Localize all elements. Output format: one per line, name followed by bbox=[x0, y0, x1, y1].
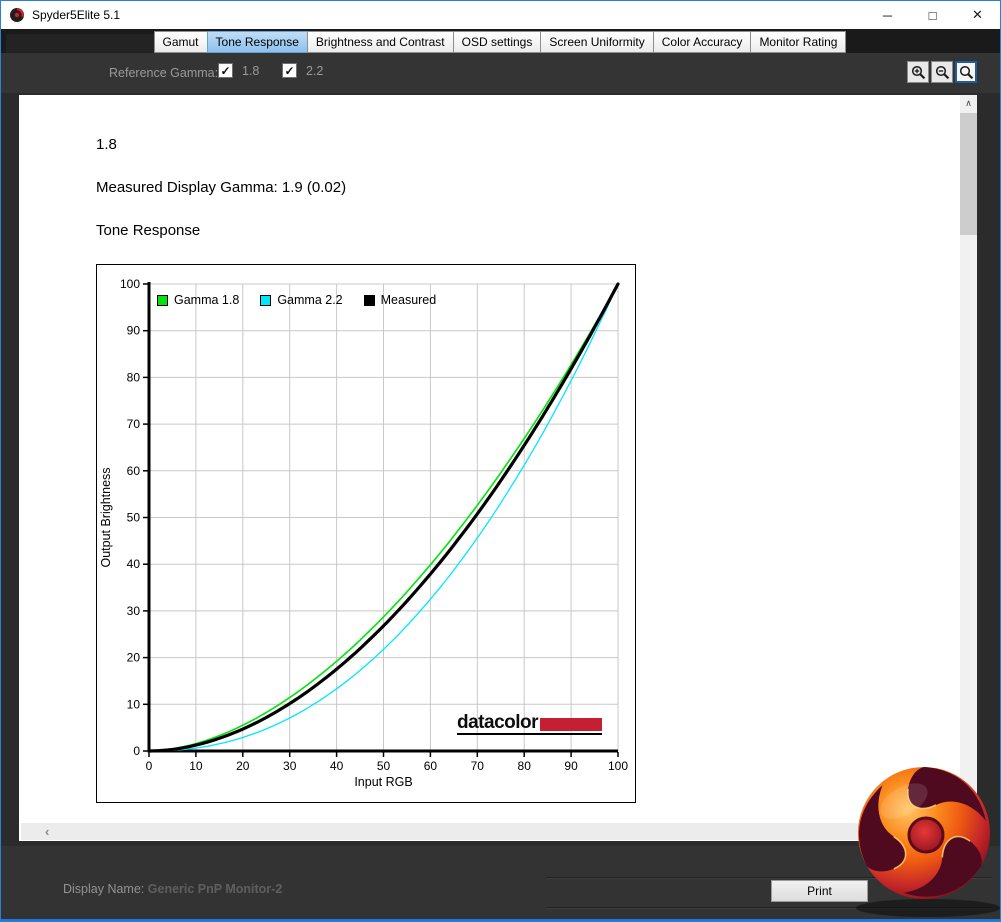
svg-text:50: 50 bbox=[127, 511, 141, 525]
svg-text:0: 0 bbox=[146, 759, 153, 773]
measured-gamma-text: Measured Display Gamma: 1.9 (0.02) bbox=[96, 179, 347, 196]
svg-text:30: 30 bbox=[283, 759, 297, 773]
svg-text:100: 100 bbox=[608, 759, 628, 773]
tab-screen-uniformity[interactable]: Screen Uniformity bbox=[540, 31, 654, 53]
svg-text:70: 70 bbox=[471, 759, 485, 773]
svg-text:100: 100 bbox=[120, 277, 140, 291]
svg-text:60: 60 bbox=[424, 759, 438, 773]
svg-text:20: 20 bbox=[127, 651, 141, 665]
datacolor-logo: datacolor bbox=[457, 712, 603, 736]
display-name-label: Display Name: bbox=[63, 882, 145, 896]
svg-text:20: 20 bbox=[236, 759, 250, 773]
zoom-in-icon bbox=[911, 65, 925, 79]
legend-label: Measured bbox=[380, 293, 437, 307]
zoom-tool-group bbox=[907, 61, 977, 83]
tab-brightness-and-contrast[interactable]: Brightness and Contrast bbox=[306, 31, 454, 53]
checkbox-gamma-22[interactable]: ✓ 2.2 bbox=[282, 63, 323, 78]
svg-text:80: 80 bbox=[127, 370, 141, 384]
display-name: Display Name: Generic PnP Monitor-2 bbox=[63, 882, 282, 896]
legend-item: Measured bbox=[363, 293, 437, 307]
svg-text:30: 30 bbox=[127, 604, 141, 618]
legend-item: Gamma 1.8 bbox=[157, 293, 239, 307]
vertical-scrollbar[interactable]: ∧ bbox=[960, 95, 977, 841]
svg-text:90: 90 bbox=[127, 324, 141, 338]
content-frame: 1.8 Measured Display Gamma: 1.9 (0.02) T… bbox=[1, 93, 1000, 846]
datacolor-logo-text: datacolor bbox=[457, 712, 539, 733]
window-controls: ─ □ ✕ bbox=[865, 1, 1000, 29]
app-window: Spyder5Elite 5.1 ─ □ ✕ Gamut Tone Respons… bbox=[0, 0, 1001, 922]
checkbox-gamma-18-label: 1.8 bbox=[242, 63, 260, 78]
legend-swatch-icon bbox=[363, 294, 375, 306]
svg-text:60: 60 bbox=[127, 464, 141, 478]
close-button[interactable]: ✕ bbox=[955, 1, 1000, 29]
svg-text:40: 40 bbox=[127, 557, 141, 571]
svg-text:50: 50 bbox=[377, 759, 391, 773]
checkbox-gamma-22-label: 2.2 bbox=[306, 63, 324, 78]
legend-swatch-icon bbox=[260, 294, 272, 306]
tab-bar: Gamut Tone Response Brightness and Contras… bbox=[1, 29, 1000, 55]
maximize-button[interactable]: □ bbox=[910, 1, 955, 29]
scroll-left-icon[interactable]: ‹ bbox=[45, 825, 49, 838]
display-name-value: Generic PnP Monitor-2 bbox=[147, 882, 283, 896]
footer-divider bbox=[546, 877, 992, 878]
svg-text:70: 70 bbox=[127, 417, 141, 431]
tab-color-accuracy[interactable]: Color Accuracy bbox=[652, 31, 752, 53]
vertical-scrollbar-thumb[interactable] bbox=[960, 113, 977, 235]
spyder-app-icon bbox=[10, 8, 24, 22]
tab-list: Gamut Tone Response Brightness and Contras… bbox=[1, 31, 1000, 53]
zoom-fit-button[interactable] bbox=[955, 61, 977, 83]
checkbox-checked-icon[interactable]: ✓ bbox=[282, 63, 297, 78]
print-button[interactable]: Print bbox=[771, 880, 868, 902]
footer-divider bbox=[546, 907, 992, 908]
chart-legend: Gamma 1.8 Gamma 2.2 Measured bbox=[157, 293, 436, 307]
zoom-out-icon bbox=[935, 65, 949, 79]
tab-gamut[interactable]: Gamut bbox=[153, 31, 208, 53]
svg-text:Input RGB: Input RGB bbox=[354, 775, 412, 789]
report-panel: 1.8 Measured Display Gamma: 1.9 (0.02) T… bbox=[19, 95, 977, 841]
checkbox-checked-icon[interactable]: ✓ bbox=[218, 63, 233, 78]
svg-text:10: 10 bbox=[127, 697, 141, 711]
minimize-button[interactable]: ─ bbox=[865, 1, 910, 29]
window-title: Spyder5Elite 5.1 bbox=[32, 8, 121, 22]
section-title: Tone Response bbox=[96, 222, 201, 239]
datacolor-logo-bar bbox=[540, 718, 603, 732]
zoom-out-button[interactable] bbox=[931, 61, 953, 83]
zoom-fit-icon bbox=[959, 65, 973, 79]
gamma-heading: 1.8 bbox=[96, 136, 117, 153]
tab-osd-settings[interactable]: OSD settings bbox=[452, 31, 542, 53]
tab-tone-response[interactable]: Tone Response bbox=[206, 31, 308, 53]
reference-gamma-label: Reference Gamma: bbox=[109, 66, 219, 80]
checkbox-gamma-18[interactable]: ✓ 1.8 bbox=[218, 63, 259, 78]
tab-monitor-rating[interactable]: Monitor Rating bbox=[750, 31, 847, 53]
svg-text:90: 90 bbox=[564, 759, 578, 773]
toolbar: Reference Gamma: ✓ 1.8 ✓ 2.2 bbox=[1, 53, 1000, 93]
svg-text:0: 0 bbox=[133, 744, 140, 758]
titlebar: Spyder5Elite 5.1 ─ □ ✕ bbox=[1, 1, 1000, 29]
svg-text:40: 40 bbox=[330, 759, 344, 773]
legend-label: Gamma 1.8 bbox=[174, 293, 240, 307]
tone-response-chart: 0 10 20 30 40 50 60 70 80 90 100 0 10 20 30 40 50 60 70 80 9… bbox=[96, 264, 636, 803]
legend-swatch-icon bbox=[157, 294, 168, 306]
svg-text:80: 80 bbox=[518, 759, 532, 773]
legend-item: Gamma 2.2 bbox=[260, 293, 343, 307]
svg-text:10: 10 bbox=[189, 759, 203, 773]
horizontal-scrollbar[interactable]: ‹ bbox=[21, 823, 959, 840]
legend-label: Gamma 2.2 bbox=[277, 293, 343, 307]
footer-bar: Display Name: Generic PnP Monitor-2 Prin… bbox=[1, 846, 1000, 921]
svg-text:Output Brightness: Output Brightness bbox=[99, 467, 113, 567]
zoom-in-button[interactable] bbox=[907, 61, 929, 83]
scroll-up-icon[interactable]: ∧ bbox=[960, 95, 977, 112]
